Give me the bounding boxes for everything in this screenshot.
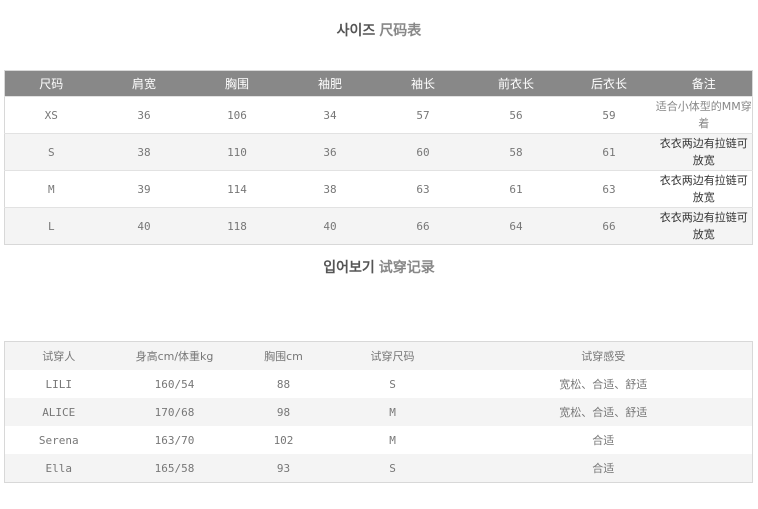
cell-chest: 106 <box>190 96 284 134</box>
cell-chest: 93 <box>236 454 331 483</box>
table-row: XS 36 106 34 57 56 59 适合小体型的MM穿着 <box>4 96 753 134</box>
try-on-table: 试穿人 身高cm/体重kg 胸围cm 试穿尺码 试穿感受 LILI 160/54… <box>4 341 753 483</box>
header-note: 备注 <box>655 70 753 97</box>
cell-size: S <box>4 133 98 171</box>
cell-tester: Ella <box>4 454 113 483</box>
cell-feeling: 宽松、合适、舒适 <box>454 370 753 398</box>
table-row: Ella 165/58 93 S 合适 <box>4 454 753 483</box>
size-chart-title-ko: 사이즈 <box>336 23 376 39</box>
cell-note: 衣衣两边有拉链可放宽 <box>655 170 753 208</box>
cell-chest: 88 <box>236 370 331 398</box>
try-on-title-ko: 입어보기 <box>323 260 375 276</box>
cell-back-length: 63 <box>562 170 656 208</box>
cell-front-length: 64 <box>469 207 563 245</box>
cell-height-weight: 165/58 <box>112 454 237 483</box>
cell-size: M <box>4 170 98 208</box>
size-table-header-row: 尺码 肩宽 胸围 袖肥 袖长 前衣长 后衣长 备注 <box>4 70 753 97</box>
header-height-weight: 身高cm/体重kg <box>112 341 237 370</box>
cell-shoulder: 38 <box>97 133 191 171</box>
cell-back-length: 61 <box>562 133 656 171</box>
header-chest: 胸围cm <box>236 341 331 370</box>
cell-feeling: 合适 <box>454 426 753 454</box>
header-shoulder: 肩宽 <box>97 70 191 97</box>
header-back-length: 后衣长 <box>562 70 656 97</box>
table-row: L 40 118 40 66 64 66 衣衣两边有拉链可放宽 <box>4 207 753 245</box>
header-chest: 胸围 <box>190 70 284 97</box>
cell-shoulder: 40 <box>97 207 191 245</box>
cell-sleeve-length: 63 <box>376 170 470 208</box>
cell-sleeve-length: 57 <box>376 96 470 134</box>
try-on-title-zh: 试穿记录 <box>378 260 435 276</box>
cell-front-length: 58 <box>469 133 563 171</box>
cell-sleeve-width: 38 <box>283 170 377 208</box>
header-sleeve-width: 袖肥 <box>283 70 377 97</box>
size-chart-table: 尺码 肩宽 胸围 袖肥 袖长 前衣长 后衣长 备注 XS 36 106 34 5… <box>4 70 753 245</box>
cell-front-length: 56 <box>469 96 563 134</box>
cell-sleeve-length: 66 <box>376 207 470 245</box>
cell-note: 衣衣两边有拉链可放宽 <box>655 207 753 245</box>
cell-tester: Serena <box>4 426 113 454</box>
table-row: M 39 114 38 63 61 63 衣衣两边有拉链可放宽 <box>4 170 753 208</box>
cell-size: XS <box>4 96 98 134</box>
cell-size: L <box>4 207 98 245</box>
cell-try-size: M <box>330 426 455 454</box>
try-on-title: 입어보기 试穿记录 <box>0 257 758 277</box>
cell-note: 适合小体型的MM穿着 <box>655 96 753 134</box>
size-chart-title: 사이즈 尺码表 <box>0 20 758 40</box>
cell-feeling: 宽松、合适、舒适 <box>454 398 753 426</box>
cell-feeling: 合适 <box>454 454 753 483</box>
cell-chest: 118 <box>190 207 284 245</box>
header-feeling: 试穿感受 <box>454 341 753 370</box>
cell-height-weight: 163/70 <box>112 426 237 454</box>
header-sleeve-length: 袖长 <box>376 70 470 97</box>
cell-front-length: 61 <box>469 170 563 208</box>
try-table-header-row: 试穿人 身高cm/体重kg 胸围cm 试穿尺码 试穿感受 <box>4 341 753 370</box>
cell-shoulder: 36 <box>97 96 191 134</box>
cell-sleeve-width: 34 <box>283 96 377 134</box>
cell-back-length: 59 <box>562 96 656 134</box>
header-front-length: 前衣长 <box>469 70 563 97</box>
cell-try-size: S <box>330 454 455 483</box>
table-row: LILI 160/54 88 S 宽松、合适、舒适 <box>4 370 753 398</box>
header-tester: 试穿人 <box>4 341 113 370</box>
cell-sleeve-width: 40 <box>283 207 377 245</box>
cell-back-length: 66 <box>562 207 656 245</box>
cell-sleeve-length: 60 <box>376 133 470 171</box>
cell-height-weight: 160/54 <box>112 370 237 398</box>
table-row: S 38 110 36 60 58 61 衣衣两边有拉链可放宽 <box>4 133 753 171</box>
cell-try-size: S <box>330 370 455 398</box>
cell-try-size: M <box>330 398 455 426</box>
cell-tester: ALICE <box>4 398 113 426</box>
cell-chest: 114 <box>190 170 284 208</box>
header-size: 尺码 <box>4 70 98 97</box>
cell-tester: LILI <box>4 370 113 398</box>
header-try-size: 试穿尺码 <box>330 341 455 370</box>
table-row: ALICE 170/68 98 M 宽松、合适、舒适 <box>4 398 753 426</box>
cell-chest: 110 <box>190 133 284 171</box>
table-row: Serena 163/70 102 M 合适 <box>4 426 753 454</box>
cell-height-weight: 170/68 <box>112 398 237 426</box>
cell-sleeve-width: 36 <box>283 133 377 171</box>
size-chart-title-zh: 尺码表 <box>379 23 422 39</box>
cell-note: 衣衣两边有拉链可放宽 <box>655 133 753 171</box>
cell-chest: 102 <box>236 426 331 454</box>
cell-shoulder: 39 <box>97 170 191 208</box>
cell-chest: 98 <box>236 398 331 426</box>
